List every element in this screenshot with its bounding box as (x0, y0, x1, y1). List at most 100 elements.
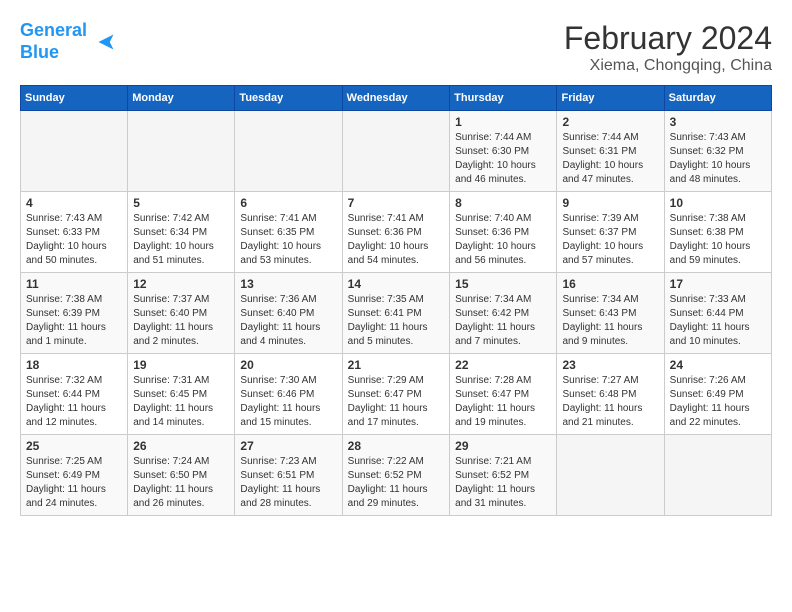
calendar-header-row: SundayMondayTuesdayWednesdayThursdayFrid… (21, 86, 772, 111)
day-number: 22 (455, 358, 551, 372)
calendar-cell: 25 Sunrise: 7:25 AM Sunset: 6:49 PM Dayli… (21, 435, 128, 516)
calendar-cell: 21 Sunrise: 7:29 AM Sunset: 6:47 PM Dayli… (342, 354, 449, 435)
header-saturday: Saturday (664, 86, 771, 111)
week-row-3: 11Sunrise: 7:38 AM Sunset: 6:39 PM Dayli… (21, 273, 772, 354)
day-info: Sunrise: 7:44 AM Sunset: 6:31 PM Dayligh… (562, 131, 658, 187)
day-info: Sunrise: 7:38 AM Sunset: 6:39 PM Dayligh… (26, 293, 122, 349)
calendar-cell: 16 Sunrise: 7:34 AM Sunset: 6:43 PM Dayli… (557, 273, 664, 354)
calendar-cell: 22Sunrise: 7:28 AM Sunset: 6:47 PM Dayli… (450, 354, 557, 435)
day-info: Sunrise: 7:25 AM Sunset: 6:49 PM Dayligh… (26, 455, 122, 511)
day-number: 9 (562, 196, 658, 210)
day-info: Sunrise: 7:23 AM Sunset: 6:51 PM Dayligh… (240, 455, 336, 511)
day-info: Sunrise: 7:22 AM Sunset: 6:52 PM Dayligh… (348, 455, 444, 511)
calendar-cell (664, 435, 771, 516)
day-info: Sunrise: 7:39 AM Sunset: 6:37 PM Dayligh… (562, 212, 658, 268)
day-info: Sunrise: 7:37 AM Sunset: 6:40 PM Dayligh… (133, 293, 229, 349)
day-info: Sunrise: 7:43 AM Sunset: 6:32 PM Dayligh… (670, 131, 766, 187)
day-number: 15 (455, 277, 551, 291)
calendar-cell: 23 Sunrise: 7:27 AM Sunset: 6:48 PM Dayli… (557, 354, 664, 435)
day-number: 25 (26, 439, 122, 453)
location-subtitle: Xiema, Chongqing, China (564, 57, 772, 75)
header-wednesday: Wednesday (342, 86, 449, 111)
day-info: Sunrise: 7:43 AM Sunset: 6:33 PM Dayligh… (26, 212, 122, 268)
calendar-cell: 14 Sunrise: 7:35 AM Sunset: 6:41 PM Dayli… (342, 273, 449, 354)
calendar-cell (21, 111, 128, 192)
day-number: 4 (26, 196, 122, 210)
calendar-cell: 8 Sunrise: 7:40 AM Sunset: 6:36 PM Daylig… (450, 192, 557, 273)
week-row-2: 4 Sunrise: 7:43 AM Sunset: 6:33 PM Daylig… (21, 192, 772, 273)
calendar-cell: 4 Sunrise: 7:43 AM Sunset: 6:33 PM Daylig… (21, 192, 128, 273)
calendar-cell: 11Sunrise: 7:38 AM Sunset: 6:39 PM Dayli… (21, 273, 128, 354)
day-number: 8 (455, 196, 551, 210)
month-title: February 2024 (564, 20, 772, 57)
day-info: Sunrise: 7:26 AM Sunset: 6:49 PM Dayligh… (670, 374, 766, 430)
header-tuesday: Tuesday (235, 86, 342, 111)
day-info: Sunrise: 7:34 AM Sunset: 6:43 PM Dayligh… (562, 293, 658, 349)
header-sunday: Sunday (21, 86, 128, 111)
day-number: 21 (348, 358, 444, 372)
day-info: Sunrise: 7:32 AM Sunset: 6:44 PM Dayligh… (26, 374, 122, 430)
header-monday: Monday (128, 86, 235, 111)
header-friday: Friday (557, 86, 664, 111)
day-info: Sunrise: 7:34 AM Sunset: 6:42 PM Dayligh… (455, 293, 551, 349)
calendar-cell: 13 Sunrise: 7:36 AM Sunset: 6:40 PM Dayli… (235, 273, 342, 354)
day-number: 29 (455, 439, 551, 453)
calendar-cell: 28 Sunrise: 7:22 AM Sunset: 6:52 PM Dayli… (342, 435, 449, 516)
day-number: 18 (26, 358, 122, 372)
calendar-cell (128, 111, 235, 192)
day-number: 12 (133, 277, 229, 291)
logo-text: GeneralBlue (20, 20, 87, 63)
day-number: 28 (348, 439, 444, 453)
day-info: Sunrise: 7:36 AM Sunset: 6:40 PM Dayligh… (240, 293, 336, 349)
day-number: 5 (133, 196, 229, 210)
day-info: Sunrise: 7:42 AM Sunset: 6:34 PM Dayligh… (133, 212, 229, 268)
calendar-cell: 20 Sunrise: 7:30 AM Sunset: 6:46 PM Dayli… (235, 354, 342, 435)
calendar-cell: 5 Sunrise: 7:42 AM Sunset: 6:34 PM Daylig… (128, 192, 235, 273)
day-number: 24 (670, 358, 766, 372)
day-number: 16 (562, 277, 658, 291)
day-number: 14 (348, 277, 444, 291)
day-number: 3 (670, 115, 766, 129)
week-row-5: 25 Sunrise: 7:25 AM Sunset: 6:49 PM Dayli… (21, 435, 772, 516)
day-number: 20 (240, 358, 336, 372)
calendar-cell: 3 Sunrise: 7:43 AM Sunset: 6:32 PM Daylig… (664, 111, 771, 192)
title-section: February 2024 Xiema, Chongqing, China (564, 20, 772, 75)
day-number: 26 (133, 439, 229, 453)
day-number: 7 (348, 196, 444, 210)
day-info: Sunrise: 7:41 AM Sunset: 6:36 PM Dayligh… (348, 212, 444, 268)
day-number: 10 (670, 196, 766, 210)
day-number: 27 (240, 439, 336, 453)
day-info: Sunrise: 7:29 AM Sunset: 6:47 PM Dayligh… (348, 374, 444, 430)
day-info: Sunrise: 7:31 AM Sunset: 6:45 PM Dayligh… (133, 374, 229, 430)
calendar-cell: 15 Sunrise: 7:34 AM Sunset: 6:42 PM Dayli… (450, 273, 557, 354)
day-info: Sunrise: 7:30 AM Sunset: 6:46 PM Dayligh… (240, 374, 336, 430)
day-info: Sunrise: 7:27 AM Sunset: 6:48 PM Dayligh… (562, 374, 658, 430)
day-number: 1 (455, 115, 551, 129)
calendar-cell: 19 Sunrise: 7:31 AM Sunset: 6:45 PM Dayli… (128, 354, 235, 435)
day-number: 13 (240, 277, 336, 291)
day-info: Sunrise: 7:33 AM Sunset: 6:44 PM Dayligh… (670, 293, 766, 349)
calendar-cell: 10 Sunrise: 7:38 AM Sunset: 6:38 PM Dayli… (664, 192, 771, 273)
calendar-cell: 26 Sunrise: 7:24 AM Sunset: 6:50 PM Dayli… (128, 435, 235, 516)
page-header: GeneralBlue February 2024 Xiema, Chongqi… (20, 20, 772, 75)
calendar-cell: 2 Sunrise: 7:44 AM Sunset: 6:31 PM Daylig… (557, 111, 664, 192)
day-number: 23 (562, 358, 658, 372)
calendar-cell (235, 111, 342, 192)
calendar-cell: 1 Sunrise: 7:44 AM Sunset: 6:30 PM Daylig… (450, 111, 557, 192)
logo-icon (91, 27, 121, 57)
day-info: Sunrise: 7:35 AM Sunset: 6:41 PM Dayligh… (348, 293, 444, 349)
calendar-cell: 7 Sunrise: 7:41 AM Sunset: 6:36 PM Daylig… (342, 192, 449, 273)
calendar-cell: 9 Sunrise: 7:39 AM Sunset: 6:37 PM Daylig… (557, 192, 664, 273)
day-info: Sunrise: 7:44 AM Sunset: 6:30 PM Dayligh… (455, 131, 551, 187)
day-info: Sunrise: 7:24 AM Sunset: 6:50 PM Dayligh… (133, 455, 229, 511)
day-info: Sunrise: 7:21 AM Sunset: 6:52 PM Dayligh… (455, 455, 551, 511)
day-info: Sunrise: 7:40 AM Sunset: 6:36 PM Dayligh… (455, 212, 551, 268)
day-info: Sunrise: 7:38 AM Sunset: 6:38 PM Dayligh… (670, 212, 766, 268)
day-number: 19 (133, 358, 229, 372)
logo: GeneralBlue (20, 20, 121, 63)
calendar-cell: 27 Sunrise: 7:23 AM Sunset: 6:51 PM Dayli… (235, 435, 342, 516)
header-thursday: Thursday (450, 86, 557, 111)
calendar-cell (342, 111, 449, 192)
day-number: 2 (562, 115, 658, 129)
calendar-cell: 29 Sunrise: 7:21 AM Sunset: 6:52 PM Dayli… (450, 435, 557, 516)
